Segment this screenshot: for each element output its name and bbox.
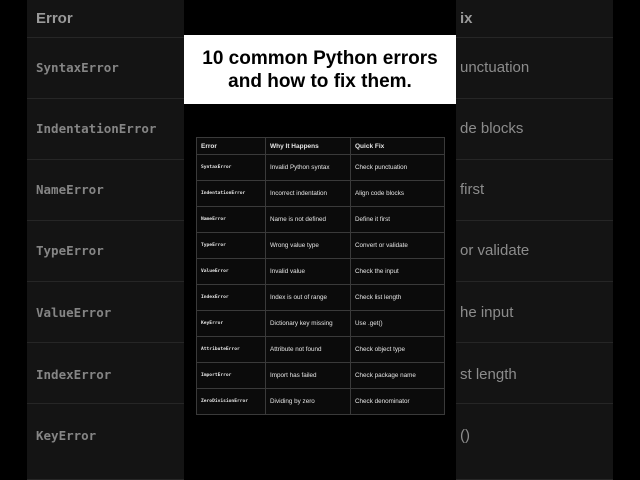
error-cell: SyntaxError bbox=[196, 154, 266, 181]
fix-cell: Define it first bbox=[350, 206, 445, 233]
fix-cell: Check object type bbox=[350, 336, 445, 363]
why-cell: Wrong value type bbox=[265, 232, 351, 259]
title-card: 10 common Python errors and how to fix t… bbox=[184, 35, 456, 104]
table-row: ValueError Invalid value Check the input bbox=[196, 258, 445, 285]
table-row: SyntaxError Invalid Python syntax Check … bbox=[196, 154, 445, 181]
background-error-cell: IndentationError bbox=[36, 121, 157, 136]
why-cell: Invalid Python syntax bbox=[265, 154, 351, 181]
background-header-fix: ix bbox=[460, 10, 473, 27]
table-row: IndexError Index is out of range Check l… bbox=[196, 284, 445, 311]
error-cell: KeyError bbox=[196, 310, 266, 337]
error-cell: ImportError bbox=[196, 362, 266, 389]
background-header-error: Error bbox=[36, 10, 73, 27]
python-errors-table: Error Why It Happens Quick Fix SyntaxErr… bbox=[196, 137, 445, 415]
background-fix-cell: st length bbox=[460, 366, 517, 383]
background-fix-cell: or validate bbox=[460, 242, 530, 259]
fix-cell: Check package name bbox=[350, 362, 445, 389]
fix-cell: Align code blocks bbox=[350, 180, 445, 207]
why-cell: Attribute not found bbox=[265, 336, 351, 363]
why-cell: Index is out of range bbox=[265, 284, 351, 311]
why-cell: Incorrect indentation bbox=[265, 180, 351, 207]
background-fix-cell: unctuation bbox=[460, 59, 530, 76]
background-error-cell: SyntaxError bbox=[36, 60, 119, 75]
background-error-cell: IndexError bbox=[36, 367, 112, 382]
table-row: KeyError Dictionary key missing Use .get… bbox=[196, 310, 445, 337]
table-row: ImportError Import has failed Check pack… bbox=[196, 362, 445, 389]
error-cell: ZeroDivisionError bbox=[196, 388, 266, 415]
header-error: Error bbox=[196, 137, 266, 155]
why-cell: Invalid value bbox=[265, 258, 351, 285]
fix-cell: Convert or validate bbox=[350, 232, 445, 259]
background-fix-cell: de blocks bbox=[460, 120, 524, 137]
background-fix-cell: () bbox=[460, 427, 470, 444]
table-row: AttributeError Attribute not found Check… bbox=[196, 336, 445, 363]
why-cell: Dividing by zero bbox=[265, 388, 351, 415]
table-row: IndentationError Incorrect indentation A… bbox=[196, 180, 445, 207]
table-row: TypeError Wrong value type Convert or va… bbox=[196, 232, 445, 259]
error-cell: IndentationError bbox=[196, 180, 266, 207]
header-fix: Quick Fix bbox=[350, 137, 445, 155]
background-fix-cell: he input bbox=[460, 304, 514, 321]
why-cell: Dictionary key missing bbox=[265, 310, 351, 337]
error-cell: TypeError bbox=[196, 232, 266, 259]
fix-cell: Use .get() bbox=[350, 310, 445, 337]
background-fix-cell: first bbox=[460, 181, 485, 198]
background-error-cell: ValueError bbox=[36, 305, 112, 320]
background-error-cell: NameError bbox=[36, 182, 104, 197]
background-error-cell: TypeError bbox=[36, 243, 104, 258]
error-cell: ValueError bbox=[196, 258, 266, 285]
error-cell: IndexError bbox=[196, 284, 266, 311]
table-row: NameError Name is not defined Define it … bbox=[196, 206, 445, 233]
table-header-row: Error Why It Happens Quick Fix bbox=[196, 137, 445, 155]
fix-cell: Check punctuation bbox=[350, 154, 445, 181]
why-cell: Import has failed bbox=[265, 362, 351, 389]
fix-cell: Check list length bbox=[350, 284, 445, 311]
fix-cell: Check denominator bbox=[350, 388, 445, 415]
video-title: 10 common Python errors and how to fix t… bbox=[202, 47, 438, 92]
background-error-cell: KeyError bbox=[36, 428, 97, 443]
error-cell: AttributeError bbox=[196, 336, 266, 363]
header-why: Why It Happens bbox=[265, 137, 351, 155]
error-cell: NameError bbox=[196, 206, 266, 233]
why-cell: Name is not defined bbox=[265, 206, 351, 233]
table-row: ZeroDivisionError Dividing by zero Check… bbox=[196, 388, 445, 415]
fix-cell: Check the input bbox=[350, 258, 445, 285]
